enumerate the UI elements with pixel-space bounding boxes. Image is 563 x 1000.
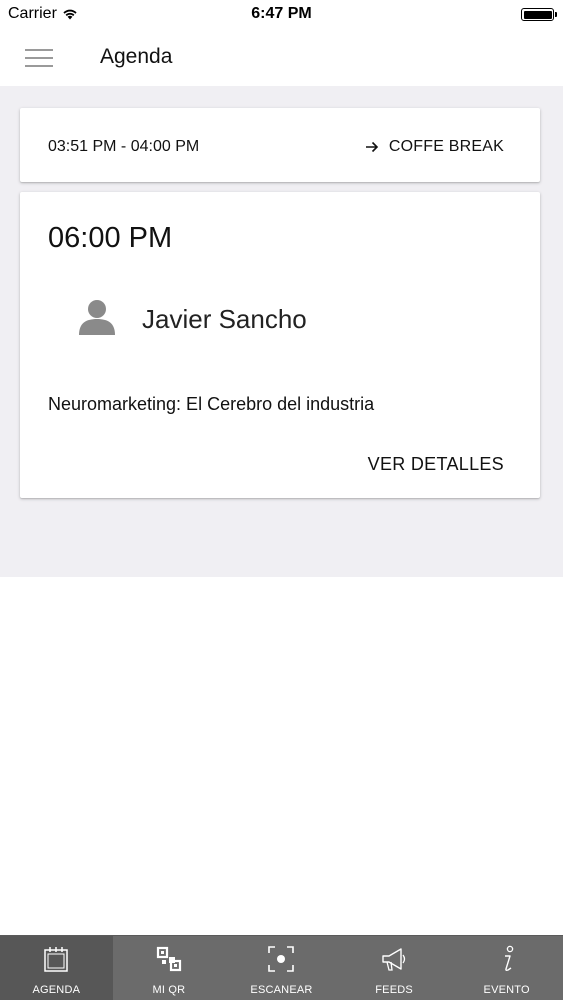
menu-line xyxy=(25,49,53,51)
bottom-tab-bar: AGENDA MI QR ESCANEAR FEEDS EVENTO xyxy=(0,935,563,1000)
tab-label: ESCANEAR xyxy=(250,984,313,996)
tab-evento[interactable]: EVENTO xyxy=(450,936,563,1000)
tab-label: EVENTO xyxy=(483,984,530,996)
info-icon xyxy=(504,945,513,972)
hamburger-menu-icon[interactable] xyxy=(20,44,58,72)
session-card[interactable]: 06:00 PM Javier Sancho Neuromarketing: E… xyxy=(20,192,540,498)
tab-agenda[interactable]: AGENDA xyxy=(0,936,113,1000)
qr-code-icon xyxy=(156,946,181,972)
app-bar: Agenda xyxy=(0,30,563,86)
megaphone-icon xyxy=(382,948,406,971)
view-details-button[interactable]: VER DETALLES xyxy=(368,454,504,475)
tab-escanear[interactable]: ESCANEAR xyxy=(225,936,338,1000)
calendar-icon xyxy=(44,947,69,972)
tab-label: MI QR xyxy=(152,984,186,996)
break-time-range: 03:51 PM - 04:00 PM xyxy=(48,138,200,155)
status-bar: Carrier 6:47 PM xyxy=(0,0,563,30)
session-title: Neuromarketing: El Cerebro del industria xyxy=(48,394,375,414)
session-time: 06:00 PM xyxy=(48,222,173,254)
tab-label: AGENDA xyxy=(32,984,81,996)
tab-feeds[interactable]: FEEDS xyxy=(338,936,451,1000)
break-title-label: COFFE BREAK xyxy=(388,138,504,155)
break-title: COFFE BREAK xyxy=(365,138,504,156)
tab-mi-qr[interactable]: MI QR xyxy=(113,936,226,1000)
agenda-list[interactable]: 03:51 PM - 04:00 PM COFFE BREAK 06:00 PM… xyxy=(0,86,563,577)
user-avatar-icon xyxy=(79,300,115,335)
speaker-name: Javier Sancho xyxy=(142,304,307,334)
scan-icon xyxy=(268,946,295,972)
menu-line xyxy=(25,65,53,67)
battery-icon xyxy=(521,8,557,21)
tab-label: FEEDS xyxy=(375,984,413,996)
status-time: 6:47 PM xyxy=(251,5,312,22)
menu-line xyxy=(25,57,53,59)
break-card[interactable]: 03:51 PM - 04:00 PM COFFE BREAK xyxy=(20,108,540,182)
arrow-right-icon xyxy=(365,141,379,153)
page-title: Agenda xyxy=(100,45,173,68)
battery-fill xyxy=(523,10,552,19)
